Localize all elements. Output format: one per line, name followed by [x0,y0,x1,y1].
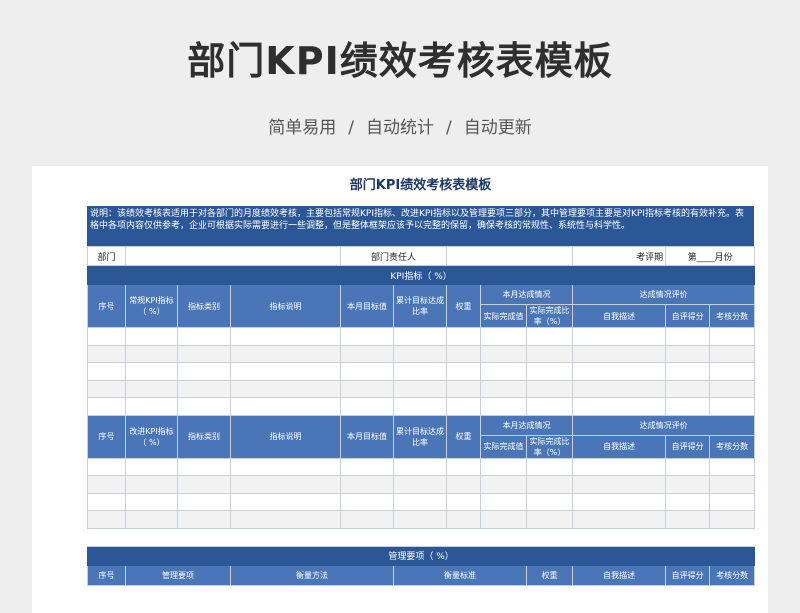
col-target: 本月目标值 [340,414,395,459]
table-row [87,492,756,511]
feature-tagline: 简单易用 / 自动统计 / 自动更新 [0,113,800,138]
tag-easy: 简单易用 [268,118,337,138]
col-category: 指标类别 [177,284,231,328]
col-explain: 指标说明 [229,414,342,459]
col-achieve-group: 本月达成情况 [480,414,574,436]
period-label: 考评期 [572,246,667,266]
separator: / [446,118,452,138]
col-improve-kpi: 改进KPI指标（ %） [125,414,178,459]
col-self-desc: 自我描述 [572,304,667,328]
kpi-sheet: 部门KPI绩效考核表模板 说明：该绩效考核表适用于对各部门的月度绩效考核，主要包… [86,166,756,586]
mgmt-section-band: 管理要项（ %） [86,545,756,566]
col-seq: 序号 [87,564,126,586]
col-cum-rate: 累计目标达成比率 [393,284,448,328]
col-seq: 序号 [87,414,126,459]
col-weight: 权重 [526,564,574,586]
table-row [87,344,756,363]
col-target: 本月目标值 [340,284,395,328]
col-self-score: 自评得分 [665,304,711,328]
sheet-title: 部门KPI绩效考核表模板 [349,178,492,193]
tag-auto-stats: 自动统计 [366,118,434,138]
col-actual-rate: 实际完成比率（%） [526,304,574,328]
col-weight: 权重 [446,414,482,459]
kpi-section-band: KPI指标（ %） [86,265,756,285]
owner-label: 部门责任人 [340,246,448,266]
owner-value-cell[interactable] [446,246,574,266]
section-spacer [86,527,756,547]
kpi-form-table: 部门 部门责任人 考评期 第____月份 KPI指标（ %） 序号 常规KPI指… [86,246,756,586]
page-title: 部门KPI绩效考核表模板 [187,39,613,83]
col-eval-group: 达成情况评价 [572,284,756,305]
col-review-score: 考核分数 [709,304,756,328]
spreadsheet-preview: 部门KPI绩效考核表模板 说明：该绩效考核表适用于对各部门的月度绩效考核，主要包… [32,166,768,613]
sheet-description: 说明：该绩效考核表适用于对各部门的月度绩效考核，主要包括常规KPI指标、改进KP… [87,206,754,246]
col-mgmt-item: 管理要项 [125,564,231,586]
col-cum-rate: 累计目标达成比率 [393,414,448,459]
col-explain: 指标说明 [229,284,342,328]
col-regular-kpi: 常规KPI指标（ %） [125,284,178,328]
col-review-score: 考核分数 [709,564,756,586]
separator: / [348,118,354,138]
col-achieve-group: 本月达成情况 [480,284,574,305]
col-self-desc: 自我描述 [572,434,667,459]
dept-label: 部门 [87,246,126,266]
kpi-section-title: KPI指标（ %） [86,265,756,285]
col-eval-group: 达成情况评价 [572,414,756,436]
table-row [87,475,756,494]
col-actual: 实际完成值 [480,434,528,459]
col-self-score: 自评得分 [665,564,711,586]
table-row [87,397,756,416]
col-self-score: 自评得分 [665,434,711,459]
col-category: 指标类别 [177,414,231,459]
period-value-cell[interactable]: 第____月份 [665,246,756,266]
kpi-header-row: 序号 常规KPI指标（ %） 指标类别 指标说明 本月目标值 累计目标达成比率 … [87,284,756,328]
col-method: 衡量方法 [229,564,395,586]
col-standard: 衡量标准 [393,564,528,586]
dept-value-cell[interactable] [124,246,342,266]
table-row [87,457,756,476]
col-actual: 实际完成值 [480,304,528,328]
tag-auto-update: 自动更新 [463,118,532,138]
table-row [87,327,756,346]
col-review-score: 考核分数 [709,434,756,459]
col-weight: 权重 [446,284,482,328]
col-actual-rate: 实际完成比率（%） [526,434,574,459]
mgmt-header-row: 序号 管理要项 衡量方法 衡量标准 权重 自我描述 自评得分 考核分数 [87,564,756,586]
improve-header-row: 序号 改进KPI指标（ %） 指标类别 指标说明 本月目标值 累计目标达成比率 … [87,414,756,459]
info-row: 部门 部门责任人 考评期 第____月份 [87,246,756,266]
col-seq: 序号 [87,284,126,328]
table-row [87,510,756,529]
table-row [87,362,756,381]
col-self-desc: 自我描述 [572,564,667,586]
mgmt-section-title: 管理要项（ %） [86,545,756,566]
table-row [87,379,756,398]
